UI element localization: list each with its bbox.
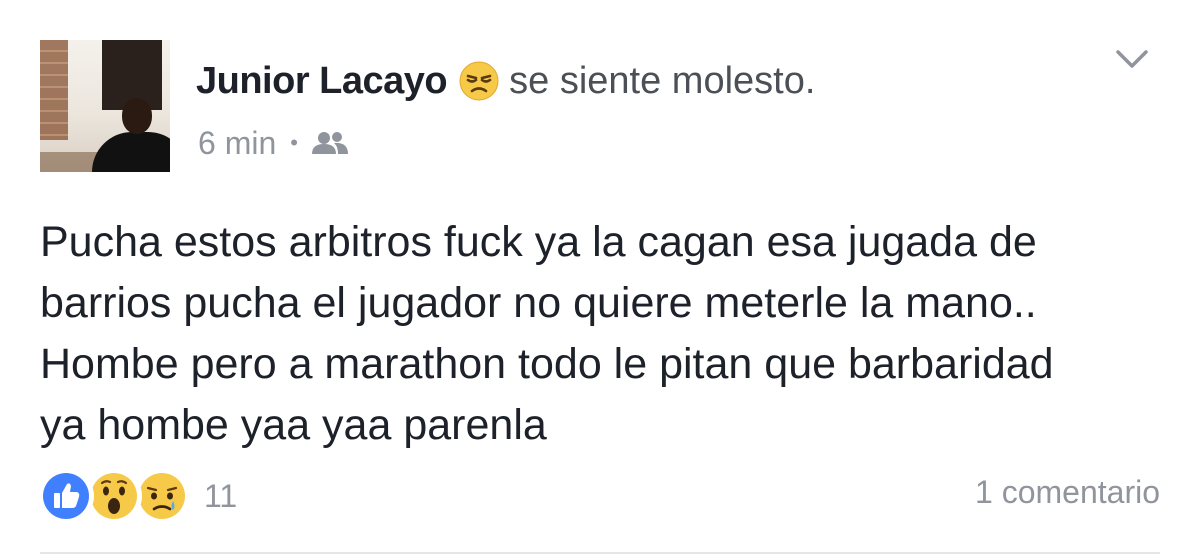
post-text-line: Hombe pero a marathon todo le pitan que … — [40, 340, 1054, 388]
author-name-link[interactable]: Junior Lacayo — [196, 60, 448, 103]
post-header: Junior Lacayo se siente molesto. — [196, 56, 815, 106]
avatar-head — [122, 98, 152, 134]
reactions-summary[interactable]: 11 — [38, 468, 237, 524]
post-timestamp-link[interactable]: 6 min — [198, 125, 276, 162]
post-text-line: ya hombe yaa yaa parenla — [40, 401, 547, 449]
sad-icon — [134, 468, 190, 524]
post-text-line: Pucha estos arbitros fuck ya la cagan es… — [40, 218, 1037, 266]
comments-count-link[interactable]: 1 comentario — [975, 474, 1160, 511]
post-body: Pucha estos arbitros fuck ya la cagan es… — [40, 212, 1170, 456]
like-icon — [38, 468, 94, 524]
post-meta: 6 min • — [198, 122, 350, 164]
feeling-text: se siente molesto. — [509, 59, 816, 102]
wow-icon — [86, 468, 142, 524]
post-text-line: barrios pucha el jugador no quiere meter… — [40, 279, 1037, 327]
friends-icon[interactable] — [310, 130, 350, 156]
reaction-count: 11 — [204, 477, 238, 514]
chevron-down-icon[interactable] — [1112, 44, 1152, 72]
profile-avatar[interactable] — [40, 40, 170, 172]
annoyed-face-icon — [459, 61, 499, 101]
meta-separator: • — [290, 130, 298, 155]
divider — [40, 552, 1160, 554]
avatar-bricks — [40, 40, 68, 140]
avatar-shirt — [92, 132, 170, 172]
